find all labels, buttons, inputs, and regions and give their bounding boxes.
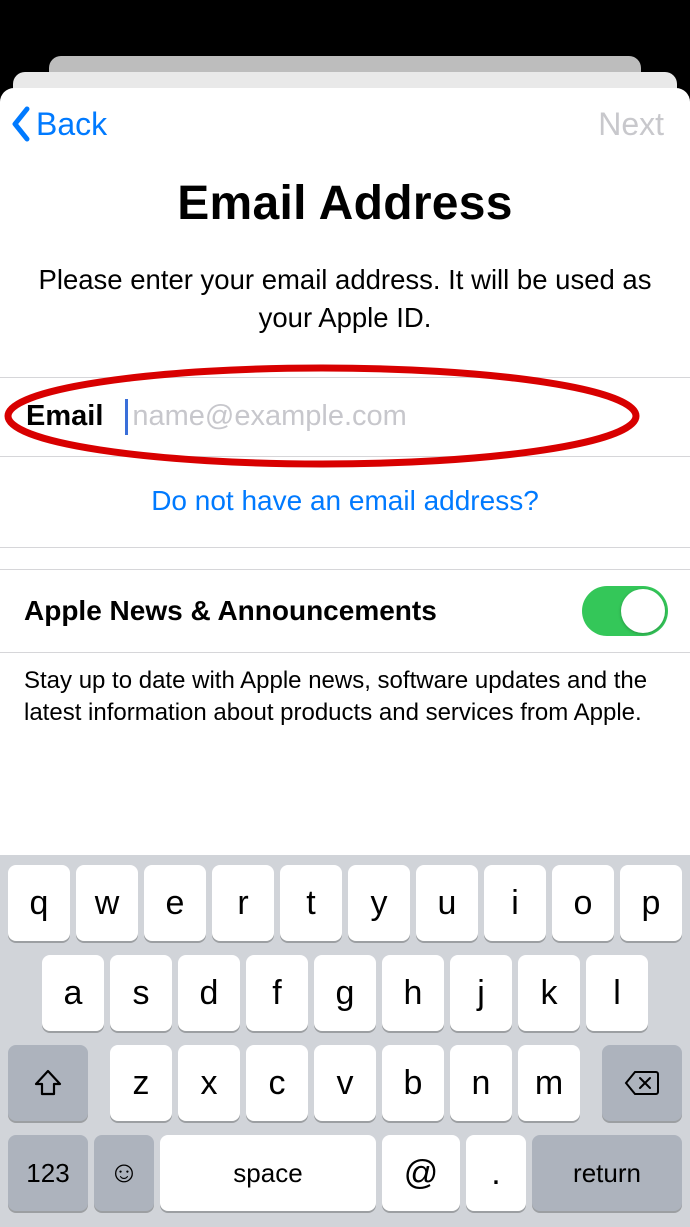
news-toggle-label: Apple News & Announcements	[24, 595, 437, 627]
next-button[interactable]: Next	[598, 106, 664, 143]
back-button[interactable]: Back	[10, 106, 107, 143]
backspace-icon	[624, 1070, 660, 1096]
keyboard-row-3: z x c v b n m	[6, 1045, 684, 1121]
key-k[interactable]: k	[518, 955, 580, 1031]
key-t[interactable]: t	[280, 865, 342, 941]
key-q[interactable]: q	[8, 865, 70, 941]
key-shift[interactable]	[8, 1045, 88, 1121]
shift-icon	[33, 1068, 63, 1098]
key-h[interactable]: h	[382, 955, 444, 1031]
key-i[interactable]: i	[484, 865, 546, 941]
key-x[interactable]: x	[178, 1045, 240, 1121]
email-label: Email	[26, 400, 103, 433]
key-b[interactable]: b	[382, 1045, 444, 1121]
news-toggle-row: Apple News & Announcements	[0, 570, 690, 653]
no-email-link[interactable]: Do not have an email address?	[0, 457, 690, 548]
key-dot[interactable]: .	[466, 1135, 526, 1211]
key-n[interactable]: n	[450, 1045, 512, 1121]
email-row[interactable]: Email name@example.com	[0, 377, 690, 457]
key-v[interactable]: v	[314, 1045, 376, 1121]
screen: Back Next Email Address Please enter you…	[0, 0, 690, 1227]
key-l[interactable]: l	[586, 955, 648, 1031]
key-z[interactable]: z	[110, 1045, 172, 1121]
key-r[interactable]: r	[212, 865, 274, 941]
section-gap	[0, 548, 690, 570]
key-emoji[interactable]: ☺	[94, 1135, 154, 1211]
text-caret	[125, 399, 128, 435]
keyboard-row-2: a s d f g h j k l	[6, 955, 684, 1031]
navbar: Back Next	[0, 88, 690, 150]
key-u[interactable]: u	[416, 865, 478, 941]
key-m[interactable]: m	[518, 1045, 580, 1121]
key-c[interactable]: c	[246, 1045, 308, 1121]
key-backspace[interactable]	[602, 1045, 682, 1121]
key-123[interactable]: 123	[8, 1135, 88, 1211]
key-f[interactable]: f	[246, 955, 308, 1031]
keyboard-row-1: q w e r t y u i o p	[6, 865, 684, 941]
news-toggle-switch[interactable]	[582, 586, 668, 636]
email-input[interactable]: name@example.com	[125, 399, 664, 435]
key-g[interactable]: g	[314, 955, 376, 1031]
key-space[interactable]: space	[160, 1135, 376, 1211]
email-placeholder: name@example.com	[132, 400, 406, 433]
chevron-left-icon	[10, 106, 32, 142]
keyboard: q w e r t y u i o p a s d f g h j k l	[0, 855, 690, 1227]
key-return[interactable]: return	[532, 1135, 682, 1211]
page-title: Email Address	[28, 176, 662, 231]
keyboard-row-4: 123 ☺ space @ . return	[6, 1135, 684, 1211]
key-p[interactable]: p	[620, 865, 682, 941]
key-at[interactable]: @	[382, 1135, 460, 1211]
key-o[interactable]: o	[552, 865, 614, 941]
key-a[interactable]: a	[42, 955, 104, 1031]
switch-knob	[621, 589, 665, 633]
emoji-icon: ☺	[109, 1156, 140, 1190]
key-w[interactable]: w	[76, 865, 138, 941]
key-j[interactable]: j	[450, 955, 512, 1031]
key-s[interactable]: s	[110, 955, 172, 1031]
news-toggle-description: Stay up to date with Apple news, softwar…	[0, 653, 690, 750]
key-e[interactable]: e	[144, 865, 206, 941]
key-d[interactable]: d	[178, 955, 240, 1031]
key-y[interactable]: y	[348, 865, 410, 941]
header: Email Address Please enter your email ad…	[0, 150, 690, 377]
back-label: Back	[36, 106, 107, 143]
page-subtitle: Please enter your email address. It will…	[28, 261, 662, 337]
